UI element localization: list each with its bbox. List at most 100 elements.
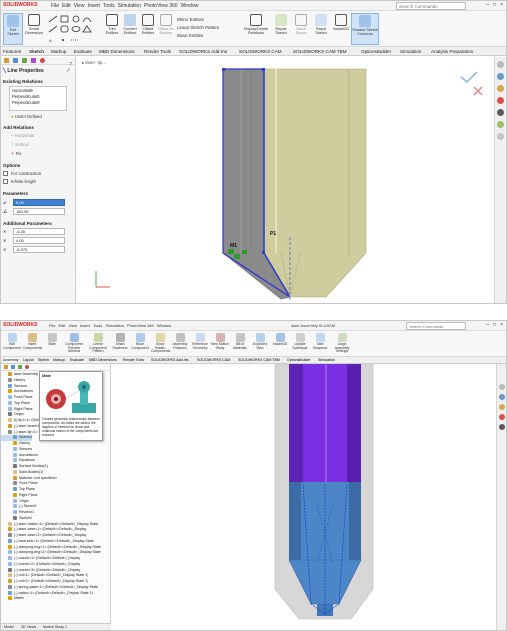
take-snapshot-button[interactable]: Take Snapshot [311,333,329,350]
tab-solidworks-cam-tbm[interactable]: SOLIDWORKS CAM TBM [293,49,347,54]
minimize-icon[interactable]: – [486,2,489,8]
tab-analysis-preparation[interactable]: Analysis Preparation [431,49,473,54]
tree-item[interactable]: Origin [1,499,29,505]
tree-item[interactable]: (-) optics<1> (Default<<Default>_Display… [1,591,93,597]
graphics-area[interactable] [111,364,506,630]
tab-simulation[interactable]: Simulation [400,49,421,54]
tab-optionsbuilder[interactable]: OptionsBuilder [287,358,311,362]
update-speedpak-button[interactable]: Update Speedpak [291,333,309,350]
tree-item[interactable]: Sketch4 [1,435,32,441]
design-library-icon[interactable] [499,404,505,410]
tree-item[interactable]: (-) heat-sink<1> (Default<<Default>_Disp… [1,539,94,545]
property-tab-icon[interactable] [11,365,15,369]
tab-solidworks-addins[interactable]: SOLIDWORKS Add-Ins [179,49,227,54]
file-explorer-icon[interactable] [497,109,504,116]
new-motion-study-button[interactable]: New Motion Study [211,333,229,350]
menu-simulation[interactable]: Simulation [105,323,124,328]
length-field[interactable]: 5.00 [13,199,65,206]
dimxpert-tab-icon[interactable] [31,58,36,63]
tree-item[interactable]: Top Plane [1,401,30,407]
tab-sketch[interactable]: Sketch [29,49,45,54]
tree-item[interactable]: Revolve1 [1,510,34,516]
tree-item[interactable]: (-) nozzle<3> (Default<<Default>_Display [1,568,80,574]
file-explorer-icon[interactable] [499,424,505,430]
repair-sketch-button[interactable]: Repair Sketch [271,13,291,45]
angle-field[interactable]: 180.00° [13,208,65,215]
start-y-field[interactable]: 4.00 [13,237,65,244]
tab-markup[interactable]: Markup [51,49,66,54]
menu-tools[interactable]: Tools [93,323,102,328]
menu-view[interactable]: View [74,3,85,9]
instant3d-button[interactable]: Instant3D [271,333,289,347]
tab-evaluate[interactable]: Evaluate [74,49,92,54]
assembly-features-button[interactable]: Assembly Features [171,333,189,350]
feature-tree-tab-icon[interactable] [4,365,8,369]
tree-item[interactable]: (-) laser-case<2> (Default<<Default>_Dis… [1,533,86,539]
quick-snaps-button[interactable]: Quick Snaps [291,13,311,45]
tab-features[interactable]: Features [3,49,21,54]
smart-fasteners-button[interactable]: Smart Fasteners [111,333,129,350]
tree-item[interactable]: Annotations [1,389,33,395]
tab-sketch[interactable]: Sketch [38,358,49,362]
large-assembly-settings-button[interactable]: Large Assembly Settings [331,333,353,354]
home-icon[interactable] [497,61,504,68]
insert-components-button[interactable]: Insert Components [23,333,42,350]
tree-item[interactable]: (-) laser-holder<1> (Default<<Default>_D… [1,522,98,528]
tree-item[interactable]: Top Plane [1,487,35,493]
mirror-entities-button[interactable]: Mirror Entities [177,16,219,24]
instant2d-button[interactable]: Instant2D [331,13,351,45]
linear-pattern-button[interactable]: Linear Component Pattern [87,333,109,354]
bill-of-materials-button[interactable]: Bill of Materials [231,333,249,350]
menu-simulation[interactable]: Simulation [118,3,141,9]
tab-layout[interactable]: Layout [23,358,34,362]
tree-item[interactable]: Right Plane [1,493,38,499]
search-input[interactable]: Search Commands [396,2,466,10]
tab-model[interactable]: Model [4,625,14,629]
exploded-view-button[interactable]: Exploded View [251,333,269,350]
smart-dimension-button[interactable]: Smart Dimension [24,13,44,45]
tab-assembly[interactable]: Assembly [3,358,19,362]
menu-file[interactable]: File [51,3,59,9]
appearance-tab-icon[interactable] [40,58,45,63]
component-preview-button[interactable]: Component Preview Window [63,333,85,354]
tree-item[interactable]: (-) nozzle<1> (Default<<Default>_Display [1,556,80,562]
tab-render-tools[interactable]: Render Tools [144,49,171,54]
tab-3d-views[interactable]: 3D Views [21,625,36,629]
tree-item[interactable]: Material <not specified> [1,476,57,482]
tree-item[interactable]: Solid Bodies(1) [1,470,43,476]
tab-simulation[interactable]: Simulation [318,358,335,362]
tree-item[interactable]: Annotations [1,453,38,459]
tree-item[interactable]: laser Assembly [1,372,38,378]
tree-item[interactable]: (-) nut<2> (Default<<Default>_Display St… [1,579,88,585]
trim-entities-button[interactable]: Trim Entities [102,13,122,45]
vertical-relation-button[interactable]: │ Vertical [11,142,29,147]
end-x-field[interactable]: -6.375 [13,246,65,253]
tab-mbd-dimensions[interactable]: MBD Dimensions [99,49,134,54]
search-input[interactable]: Search Commands [406,322,466,330]
rapid-sketch-button[interactable]: Rapid Sketch [311,13,331,45]
appearance-icon[interactable] [499,414,505,420]
property-tab-icon[interactable] [13,58,18,63]
feature-tree-tab-icon[interactable] [4,58,9,63]
minimize-icon[interactable]: – [486,322,489,328]
tab-solidworks-cam[interactable]: SOLIDWORKS CAM [239,49,282,54]
move-component-button[interactable]: Move Component [131,333,149,350]
menu-edit[interactable]: Edit [62,3,71,9]
tab-solidworks-cam-tbm[interactable]: SOLIDWORKS CAM TBM [238,358,280,362]
help-icon[interactable]: ? [69,62,72,68]
reference-geometry-button[interactable]: Reference Geometry [191,333,209,350]
move-entities-button[interactable]: Move Entities [177,32,219,40]
graphics-area[interactable]: ▸ laser- tip... P1 M1 [76,57,506,303]
menu-window[interactable]: Window [157,323,171,328]
design-library-icon[interactable] [497,85,504,92]
home-icon[interactable] [499,384,505,390]
ok-check-icon[interactable]: ✓ [66,67,71,74]
menu-view[interactable]: View [68,323,77,328]
infinite-length-checkbox[interactable] [3,179,8,184]
menu-insert[interactable]: Insert [87,3,100,9]
menu-tools[interactable]: Tools [103,3,115,9]
tab-evaluate[interactable]: Evaluate [70,358,84,362]
tree-item[interactable]: History [1,378,25,384]
tab-render-tools[interactable]: Render Tools [123,358,144,362]
forum-icon[interactable] [497,133,504,140]
